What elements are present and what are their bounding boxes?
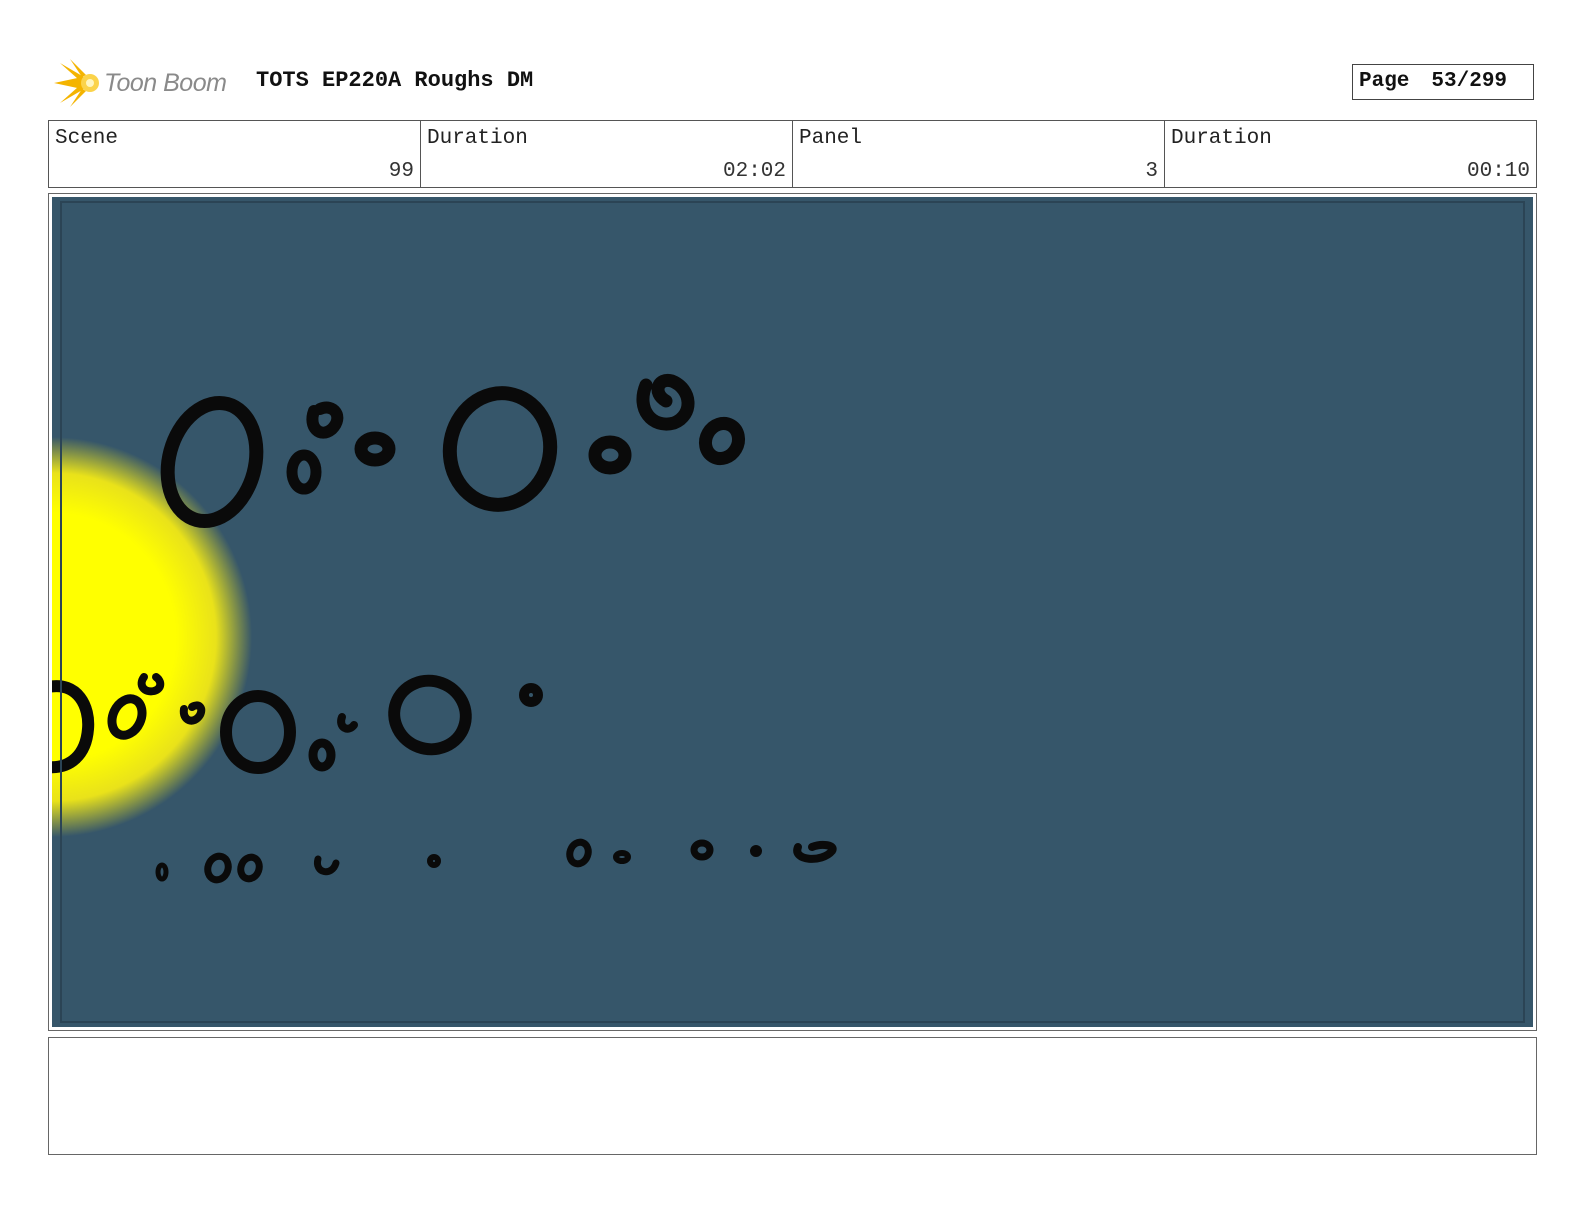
panel-duration-cell: Duration 00:10	[1165, 121, 1536, 187]
panel-label: Panel	[799, 127, 863, 150]
panel-duration-label: Duration	[1171, 127, 1272, 150]
panel-drawing	[52, 197, 1533, 1027]
storyboard-panel-image	[52, 197, 1533, 1027]
panel-cell: Panel 3	[793, 121, 1165, 187]
logo-wordmark: Toon Boom	[104, 69, 227, 97]
scene-value: 99	[388, 160, 414, 183]
flame-burst-icon	[54, 59, 99, 107]
panel-duration-value: 00:10	[1466, 160, 1530, 183]
page-indicator: Page 53/299	[1352, 64, 1534, 100]
scene-label: Scene	[55, 127, 119, 150]
panel-value: 3	[1145, 160, 1158, 183]
toon-boom-logo: Toon Boom	[52, 57, 242, 109]
panel-notes-box	[48, 1037, 1537, 1155]
scene-duration-label: Duration	[427, 127, 528, 150]
bubble	[750, 845, 762, 857]
page-label: Page	[1359, 70, 1410, 93]
yellow-glow	[52, 197, 1533, 1027]
document-title: TOTS EP220A Roughs DM	[256, 68, 534, 93]
scene-info-table: Scene 99 Duration 02:02 Panel 3 Duration…	[48, 120, 1537, 188]
scene-cell: Scene 99	[49, 121, 421, 187]
scene-duration-cell: Duration 02:02	[421, 121, 793, 187]
page-number: 53/299	[1431, 70, 1508, 93]
scene-duration-value: 02:02	[722, 160, 786, 183]
